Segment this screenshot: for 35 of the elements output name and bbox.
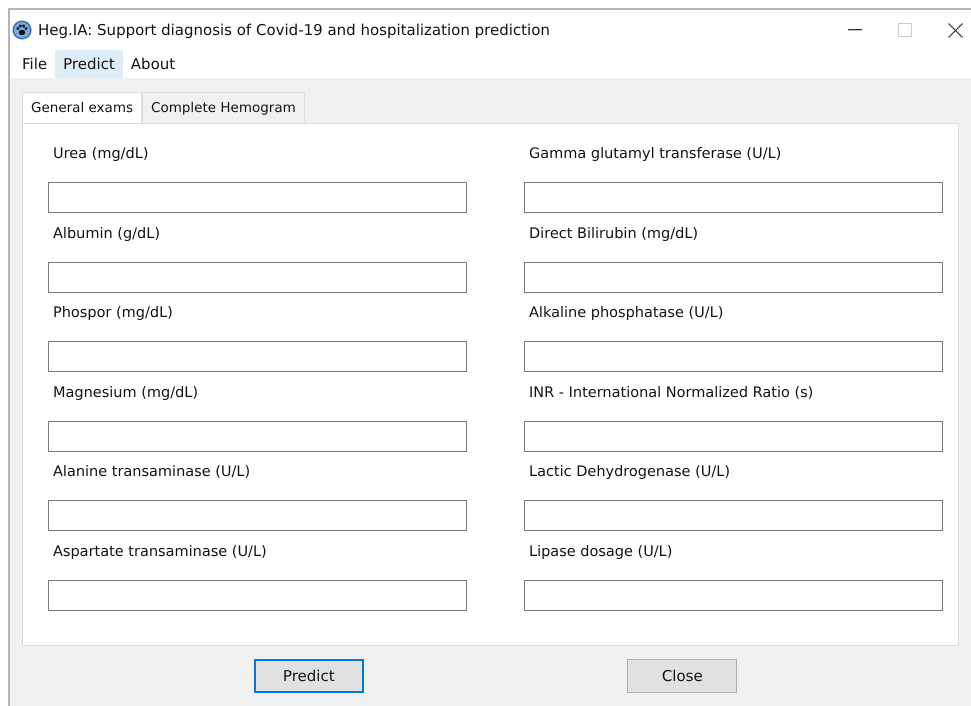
paw-icon: [12, 20, 32, 40]
field-label: Aspartate transaminase (U/L): [52, 542, 268, 562]
close-button[interactable]: Close: [627, 659, 738, 694]
predict-button[interactable]: Predict: [254, 659, 364, 694]
input-field[interactable]: [48, 580, 467, 611]
input-field[interactable]: [48, 341, 467, 372]
field-label: Albumin (g/dL): [52, 224, 161, 244]
input-field[interactable]: [524, 341, 943, 372]
menu-item[interactable]: About: [122, 50, 184, 78]
menu-item[interactable]: File: [14, 50, 56, 78]
input-field[interactable]: [524, 500, 943, 532]
field-label: INR - International Normalized Ratio (s): [528, 384, 814, 403]
field-label: Gamma glutamyl transferase (U/L): [528, 145, 782, 164]
tab[interactable]: General exams: [22, 92, 142, 124]
field-label: Lipase dosage (U/L): [528, 542, 674, 562]
field-label: Alanine transaminase (U/L): [52, 463, 252, 482]
input-field[interactable]: [48, 420, 467, 452]
field-label: Lactic Dehydrogenase (U/L): [528, 463, 731, 482]
menu-item[interactable]: Predict: [55, 50, 123, 78]
field-label: Urea (mg/dL): [52, 145, 150, 164]
input-field[interactable]: [48, 500, 467, 532]
input-field[interactable]: [524, 182, 943, 214]
window-title: Heg.IA: Support diagnosis of Covid-19 and hospitalization prediction: [38, 20, 550, 41]
input-field[interactable]: [524, 262, 943, 293]
input-field[interactable]: [48, 262, 467, 293]
field-label: Alkaline phosphatase (U/L): [528, 304, 724, 324]
field-label: Phospor (mg/dL): [52, 304, 174, 324]
input-field[interactable]: [524, 580, 943, 611]
field-label: Direct Bilirubin (mg/dL): [528, 224, 700, 244]
close-icon[interactable]: [948, 22, 963, 38]
tab[interactable]: Complete Hemogram: [142, 92, 305, 124]
field-label: Magnesium (mg/dL): [52, 384, 200, 403]
minimize-icon[interactable]: [848, 29, 862, 31]
input-field[interactable]: [48, 182, 467, 214]
input-field[interactable]: [524, 420, 943, 452]
